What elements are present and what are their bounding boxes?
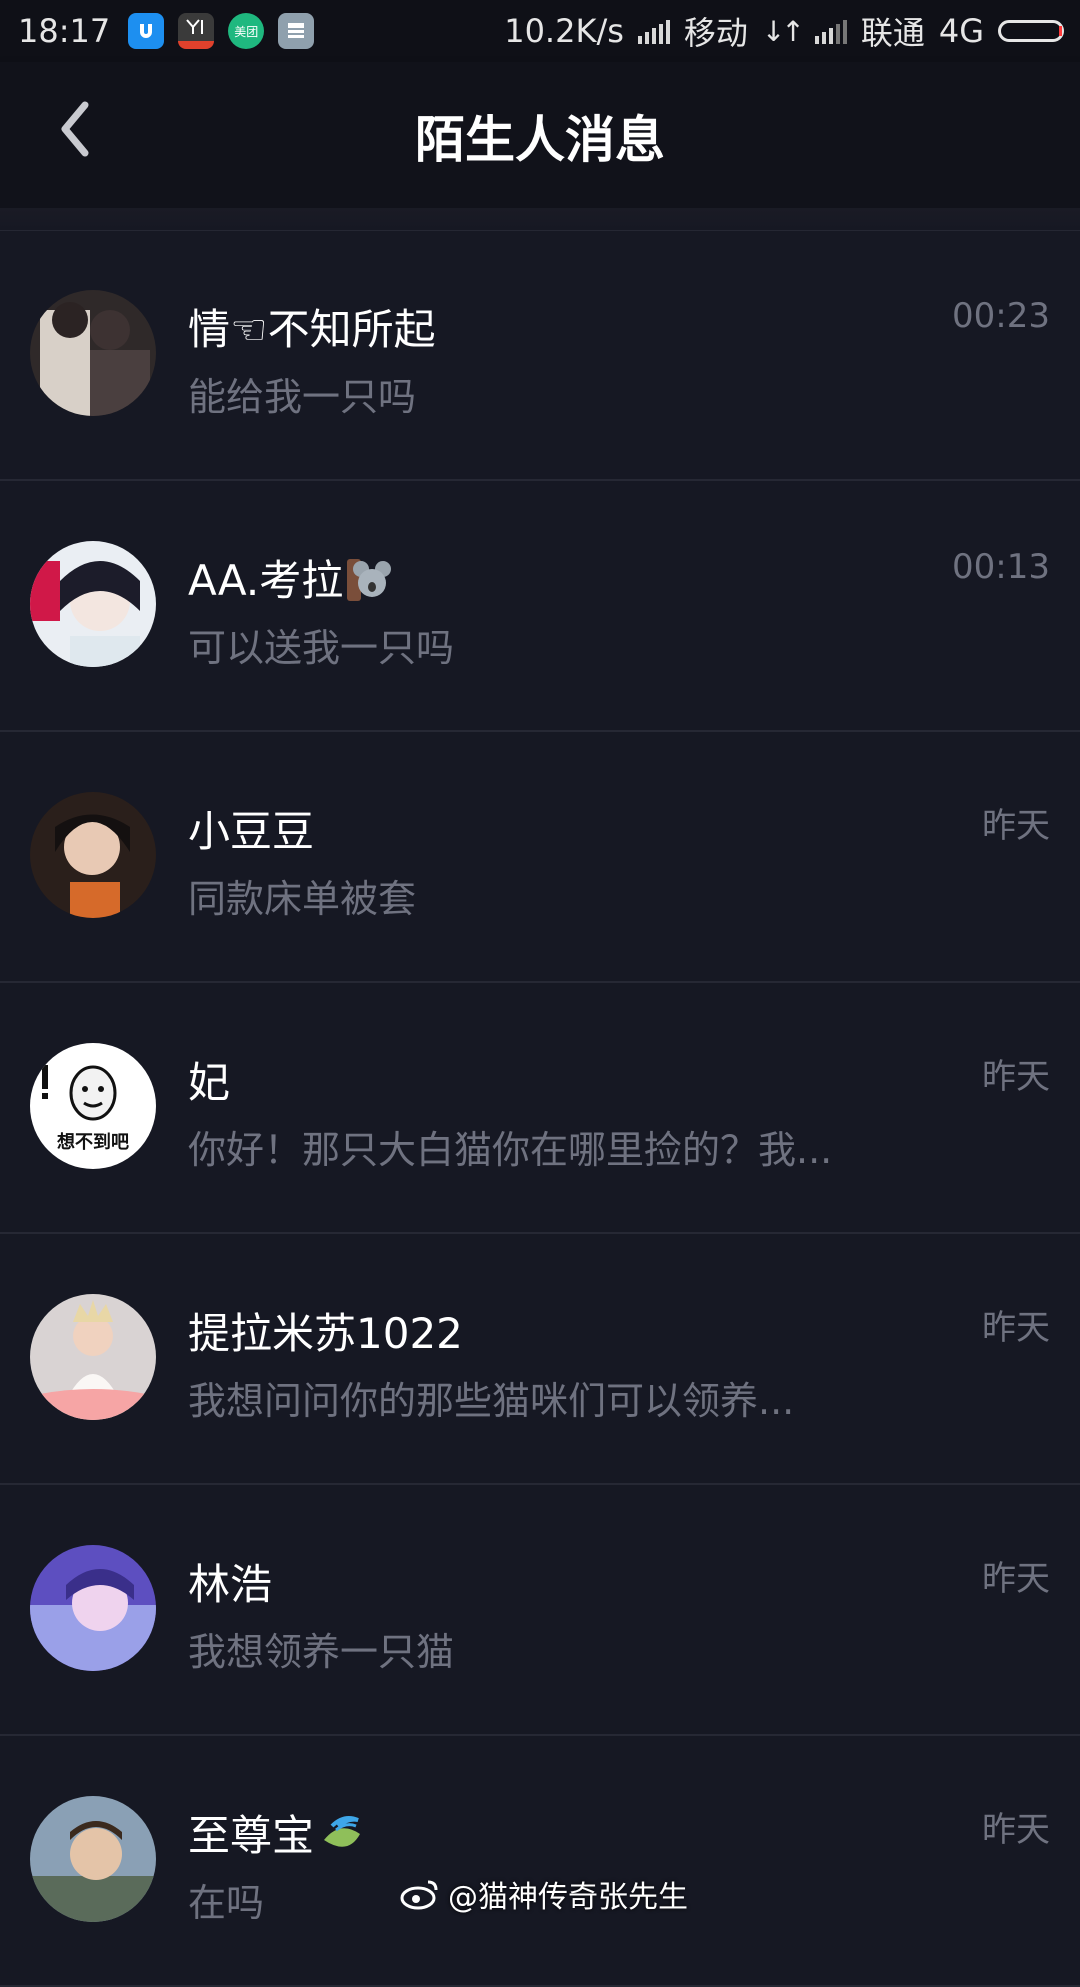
contact-name: 至尊宝 (188, 1802, 364, 1868)
contact-name-text: AA.考拉 (188, 556, 344, 605)
carrier-2: 联通 (860, 14, 925, 52)
message-time: 昨天 (982, 806, 1050, 846)
message-preview: 我想领养一只猫 (188, 1630, 455, 1674)
header-divider (0, 208, 1080, 231)
koala-icon (347, 555, 392, 613)
signal-icon-2 (814, 18, 847, 44)
status-app-icons: 美团 (128, 13, 315, 49)
message-time: 00:13 (952, 547, 1050, 587)
avatar[interactable] (30, 1796, 156, 1922)
message-preview: 可以送我一只吗 (188, 626, 455, 670)
page-title: 陌生人消息 (415, 111, 665, 169)
status-bar: 18:17 美团 10.2K/s 移动 ↓↑ 联通 4G (0, 0, 1080, 62)
avatar[interactable] (30, 290, 156, 416)
network-speed: 10.2K/s (504, 12, 624, 50)
app-yi-icon (178, 13, 215, 49)
message-time: 昨天 (982, 1559, 1050, 1599)
contact-name: 提拉米苏1022 (188, 1309, 463, 1358)
carrier-1: 移动 (683, 14, 748, 52)
message-preview: 你好！那只大白猫你在哪里捡的？我... (188, 1128, 833, 1172)
message-time: 昨天 (982, 1308, 1050, 1348)
app-grey-icon (278, 13, 315, 49)
message-time: 昨天 (982, 1810, 1050, 1850)
watermark: @猫神传奇张先生 (400, 1872, 688, 1916)
message-time: 00:23 (952, 296, 1050, 336)
message-row[interactable]: AA.考拉 可以送我一只吗 00:13 (0, 481, 1080, 732)
contact-name: 林浩 (188, 1560, 273, 1609)
avatar[interactable] (30, 1294, 156, 1420)
message-row[interactable]: 小豆豆 同款床单被套 昨天 (0, 732, 1080, 983)
contact-name: 情☜不知所起 (188, 305, 436, 354)
signal-icon (637, 18, 670, 44)
contact-name: 小豆豆 (188, 807, 315, 856)
message-preview: 能给我一只吗 (188, 375, 417, 419)
battery-icon (998, 20, 1064, 42)
avatar-caption: 想不到吧 (57, 1131, 129, 1153)
contact-name: 妃 (188, 1058, 231, 1107)
stranger-message-list: 情☜不知所起 能给我一只吗 00:23 AA.考拉 可以送我一只吗 00:13 (0, 230, 1080, 1987)
avatar[interactable] (30, 1545, 156, 1671)
contact-name: AA.考拉 (188, 547, 392, 613)
message-row[interactable]: 提拉米苏1022 我想问问你的那些猫咪们可以领养... 昨天 (0, 1234, 1080, 1485)
weibo-icon (400, 1880, 438, 1910)
avatar[interactable]: 想不到吧 (30, 1043, 156, 1169)
app-meituan-icon: 美团 (228, 13, 265, 49)
message-preview: 在吗 (188, 1881, 265, 1925)
message-row[interactable]: 林浩 我想领养一只猫 昨天 (0, 1485, 1080, 1736)
message-preview: 同款床单被套 (188, 877, 417, 921)
message-row[interactable]: 想不到吧 妃 你好！那只大白猫你在哪里捡的？我... 昨天 (0, 983, 1080, 1234)
header-bar: 陌生人消息 (0, 62, 1080, 208)
message-preview: 我想问问你的那些猫咪们可以领养... (188, 1379, 795, 1423)
avatar[interactable] (30, 792, 156, 918)
contact-name-text: 至尊宝 (188, 1811, 315, 1860)
leaf-swirl-icon (318, 1810, 364, 1868)
message-row[interactable]: 至尊宝 在吗 昨天 (0, 1736, 1080, 1987)
status-time: 18:17 (18, 12, 111, 50)
watermark-text: @猫神传奇张先生 (448, 1880, 688, 1915)
app-u-icon (128, 13, 165, 49)
message-time: 昨天 (982, 1057, 1050, 1097)
network-type: 4G (938, 12, 984, 50)
message-row[interactable]: 情☜不知所起 能给我一只吗 00:23 (0, 230, 1080, 481)
status-right: 10.2K/s 移动 ↓↑ 联通 4G (504, 8, 1064, 54)
app-meituan-label: 美团 (234, 24, 259, 39)
avatar[interactable] (30, 541, 156, 667)
data-transfer-icon: ↓↑ (761, 14, 805, 48)
